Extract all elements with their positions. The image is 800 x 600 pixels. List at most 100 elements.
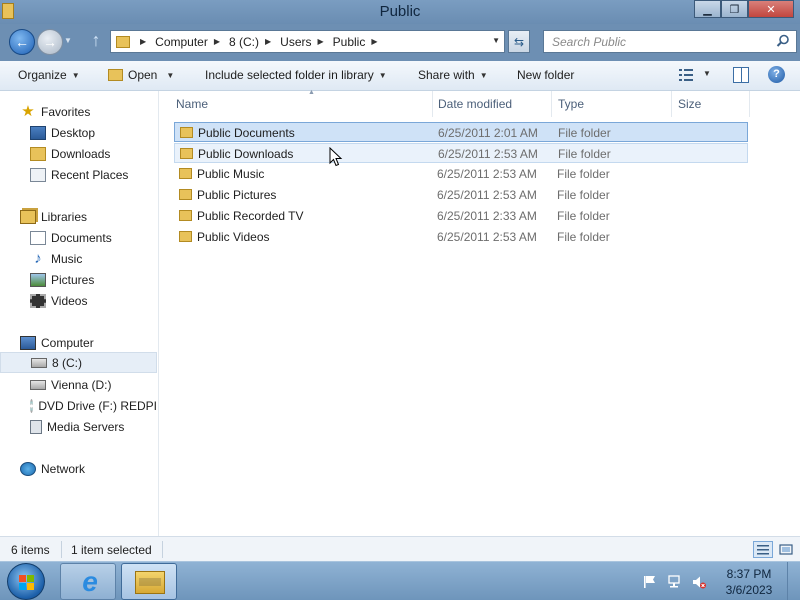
network-icon xyxy=(20,461,36,476)
table-row[interactable]: Public Music 6/25/2011 2:53 AM File folder xyxy=(174,164,748,184)
nav-item-documents[interactable]: Documents xyxy=(0,227,157,248)
breadcrumb-chevron-icon[interactable]: ▶ xyxy=(214,37,220,46)
chevron-down-icon: ▼ xyxy=(166,70,175,80)
include-in-library-button[interactable]: Include selected folder in library ▼ xyxy=(205,68,387,82)
forward-button[interactable]: → xyxy=(37,29,63,55)
open-button[interactable]: Open ▼ xyxy=(108,68,174,82)
window-title: Public xyxy=(379,3,421,20)
taskbar-file-explorer[interactable] xyxy=(121,563,177,600)
include-label: Include selected folder in library xyxy=(205,68,374,82)
volume-muted-icon[interactable] xyxy=(692,575,706,589)
nav-computer[interactable]: Computer xyxy=(0,332,157,353)
table-row[interactable]: Public Videos 6/25/2011 2:53 AM File folde… xyxy=(174,227,748,247)
open-label: Open xyxy=(128,68,158,82)
nav-item-desktop[interactable]: Desktop xyxy=(0,122,157,143)
file-date-modified: 6/25/2011 2:33 AM xyxy=(437,209,537,223)
nav-item-media-servers[interactable]: Media Servers xyxy=(0,416,157,437)
clock-date[interactable]: 3/6/2023 xyxy=(722,583,776,597)
libraries-icon xyxy=(20,209,36,224)
file-type: File folder xyxy=(557,188,610,202)
breadcrumb-computer[interactable]: Computer xyxy=(155,35,208,49)
nav-item-dvd-drive[interactable]: DVD Drive (F:) REDPI xyxy=(0,395,157,416)
file-date-modified: 6/25/2011 2:53 AM xyxy=(438,147,538,161)
preview-pane-icon[interactable] xyxy=(733,67,749,83)
nav-network[interactable]: Network xyxy=(0,458,157,479)
up-button[interactable]: ↑ xyxy=(86,30,106,52)
minimize-button[interactable]: ▁ xyxy=(694,0,721,18)
show-desktop-button[interactable] xyxy=(787,562,800,600)
search-box[interactable]: Search Public xyxy=(543,30,797,53)
status-divider xyxy=(61,541,62,558)
clock-time[interactable]: 8:37 PM xyxy=(722,567,776,581)
nav-libraries[interactable]: Libraries xyxy=(0,206,157,227)
breadcrumb-chevron-icon[interactable]: ▶ xyxy=(318,37,324,46)
refresh-button[interactable]: ⇆ xyxy=(508,30,530,53)
table-row[interactable]: Public Pictures 6/25/2011 2:53 AM File fol… xyxy=(174,185,748,205)
large-icons-view-toggle[interactable] xyxy=(777,541,795,558)
details-view-toggle[interactable] xyxy=(753,541,773,558)
change-view-icon[interactable] xyxy=(678,68,694,82)
breadcrumb-users[interactable]: Users xyxy=(280,35,311,49)
media-server-icon xyxy=(30,419,42,434)
documents-icon xyxy=(30,230,46,245)
action-center-flag-icon[interactable] xyxy=(643,575,657,589)
table-row[interactable]: Public Downloads 6/25/2011 2:53 AM File fo… xyxy=(174,143,748,163)
share-with-button[interactable]: Share with ▼ xyxy=(418,68,488,82)
maximize-button[interactable]: ❐ xyxy=(721,0,748,18)
breadcrumb-chevron-icon[interactable]: ▶ xyxy=(371,37,377,46)
content-area: ★ Favorites Desktop Downloads Recent Pla… xyxy=(0,89,800,536)
nav-item-recent-places[interactable]: Recent Places xyxy=(0,164,157,185)
file-type: File folder xyxy=(557,167,610,181)
table-row[interactable]: Public Recorded TV 6/25/2011 2:33 AM File … xyxy=(174,206,748,226)
star-icon: ★ xyxy=(21,102,35,120)
network-status-icon[interactable] xyxy=(668,575,682,589)
computer-icon xyxy=(20,335,36,350)
window-controls: ▁ ❐ ✕ xyxy=(694,0,794,18)
nav-item-drive-d[interactable]: Vienna (D:) xyxy=(0,374,157,395)
status-divider xyxy=(162,541,163,558)
column-header-type[interactable]: Type xyxy=(552,91,672,117)
desktop-icon xyxy=(30,125,46,140)
nav-item-pictures[interactable]: Pictures xyxy=(0,269,157,290)
music-note-icon: ♪ xyxy=(34,249,42,267)
minimize-icon: ▁ xyxy=(703,3,712,16)
breadcrumb-drive[interactable]: 8 (C:) xyxy=(229,35,259,49)
file-date-modified: 6/25/2011 2:01 AM xyxy=(438,126,538,140)
title-bar[interactable]: Public ▁ ❐ ✕ xyxy=(0,0,800,24)
file-name: Public Music xyxy=(197,167,265,181)
refresh-icon: ⇆ xyxy=(513,34,525,49)
address-dropdown-icon[interactable]: ▼ xyxy=(492,36,500,45)
taskbar-internet-explorer[interactable]: e xyxy=(60,563,116,600)
folder-icon xyxy=(179,168,192,179)
recent-pages-dropdown[interactable]: ▼ xyxy=(64,36,72,45)
new-folder-label: New folder xyxy=(517,68,575,82)
breadcrumb-public[interactable]: Public xyxy=(333,35,366,49)
chevron-down-icon: ▼ xyxy=(479,70,488,80)
table-row[interactable]: Public Documents 6/25/2011 2:01 AM File fo… xyxy=(174,122,748,142)
start-button[interactable] xyxy=(7,563,45,600)
nav-item-music[interactable]: ♪ Music xyxy=(0,248,157,269)
nav-favorites[interactable]: ★ Favorites xyxy=(0,101,157,122)
nav-item-videos[interactable]: Videos xyxy=(0,290,157,311)
column-header-size[interactable]: Size xyxy=(672,91,750,117)
navigation-pane: ★ Favorites Desktop Downloads Recent Pla… xyxy=(0,91,159,536)
help-icon[interactable]: ? xyxy=(768,66,785,83)
organize-button[interactable]: Organize ▼ xyxy=(18,68,80,82)
drive-icon xyxy=(31,357,47,368)
column-header-date[interactable]: Date modified xyxy=(432,91,552,117)
file-explorer-icon xyxy=(135,571,165,594)
file-type: File folder xyxy=(558,126,611,140)
search-icon[interactable] xyxy=(776,34,790,48)
breadcrumb-chevron-icon[interactable]: ▶ xyxy=(265,37,271,46)
back-button[interactable]: ← xyxy=(9,29,35,55)
column-header-name[interactable]: ▲ Name xyxy=(170,89,433,117)
close-button[interactable]: ✕ xyxy=(748,0,794,18)
nav-item-downloads[interactable]: Downloads xyxy=(0,143,157,164)
breadcrumb-chevron-icon[interactable]: ▶ xyxy=(140,37,146,46)
nav-item-drive-c[interactable]: 8 (C:) xyxy=(0,352,157,373)
new-folder-button[interactable]: New folder xyxy=(517,68,574,82)
column-label: Type xyxy=(558,97,585,111)
selection-count: 1 item selected xyxy=(71,543,152,557)
view-options-dropdown[interactable]: ▼ xyxy=(703,69,711,78)
address-bar[interactable]: ▶ Computer ▶ 8 (C:) ▶ Users ▶ Public ▶ ▼ xyxy=(110,30,505,53)
